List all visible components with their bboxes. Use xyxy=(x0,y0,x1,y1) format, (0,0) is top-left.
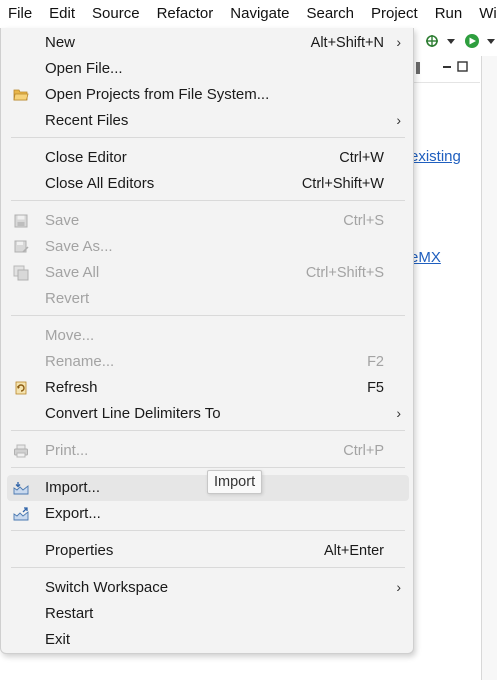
shortcut-label: F5 xyxy=(367,380,384,396)
menu-separator xyxy=(11,567,405,568)
menu-item-export[interactable]: Export... xyxy=(7,501,409,527)
menu-item-label: Convert Line Delimiters To xyxy=(45,405,221,422)
menu-item-label: Open Projects from File System... xyxy=(45,86,270,103)
menu-item-recent-files[interactable]: Recent Files › xyxy=(7,108,409,134)
menu-item-convert-line-delimiters[interactable]: Convert Line Delimiters To › xyxy=(7,401,409,427)
import-tooltip: Import xyxy=(207,470,263,494)
menu-item-refresh[interactable]: Refresh F5 xyxy=(7,375,409,401)
menu-separator xyxy=(11,137,405,138)
shortcut-label: Ctrl+Shift+S xyxy=(305,265,384,281)
menu-separator xyxy=(11,430,405,431)
menu-item-switch-workspace[interactable]: Switch Workspace › xyxy=(7,575,409,601)
shortcut-label: Ctrl+Shift+W xyxy=(301,176,384,192)
menu-item-label: Move... xyxy=(45,327,95,344)
menu-navigate[interactable]: Navigate xyxy=(221,0,297,28)
save-as-icon xyxy=(14,240,29,253)
menu-refactor[interactable]: Refactor xyxy=(148,0,222,28)
menu-item-open-file[interactable]: Open File... xyxy=(7,56,409,82)
welcome-link-existing[interactable]: existing xyxy=(410,148,461,165)
shortcut-label: F2 xyxy=(367,354,384,370)
printer-icon xyxy=(14,444,28,458)
menu-item-revert[interactable]: Revert xyxy=(7,286,409,312)
menu-item-label: Save xyxy=(45,212,80,229)
menu-item-label: Restart xyxy=(45,605,94,622)
menu-item-label: Exit xyxy=(45,631,71,648)
menu-item-move[interactable]: Move... xyxy=(7,323,409,349)
view-header-divider xyxy=(414,82,480,83)
menu-item-label: Save All xyxy=(45,264,100,281)
menu-item-label: Import... xyxy=(45,479,101,496)
menu-item-open-projects[interactable]: Open Projects from File System... xyxy=(7,82,409,108)
menu-item-label: Print... xyxy=(45,442,89,459)
right-panel-edge xyxy=(481,56,497,680)
menu-run[interactable]: Run xyxy=(426,0,471,28)
menu-item-close-all-editors[interactable]: Close All Editors Ctrl+Shift+W xyxy=(7,171,409,197)
view-controls xyxy=(416,61,468,74)
menu-edit[interactable]: Edit xyxy=(40,0,83,28)
menu-window[interactable]: Wi xyxy=(470,0,497,28)
menu-item-label: Recent Files xyxy=(45,112,129,129)
floppy-disk-icon xyxy=(14,214,28,228)
open-folder-icon xyxy=(13,89,29,101)
debug-icon[interactable] xyxy=(426,35,438,47)
chevron-right-icon: › xyxy=(396,579,401,595)
menu-file[interactable]: File xyxy=(0,0,40,28)
menu-item-save-all[interactable]: Save All Ctrl+Shift+S xyxy=(7,260,409,286)
chevron-right-icon: › xyxy=(396,34,401,50)
shortcut-label: Alt+Enter xyxy=(323,543,384,559)
menu-separator xyxy=(11,200,405,201)
shortcut-label: Ctrl+W xyxy=(339,150,384,166)
menu-item-print[interactable]: Print... Ctrl+P xyxy=(7,438,409,464)
chevron-down-icon xyxy=(487,39,495,44)
chevron-right-icon: › xyxy=(396,405,401,421)
shortcut-label: Ctrl+S xyxy=(343,213,384,229)
maximize-icon xyxy=(457,61,468,72)
minimize-icon xyxy=(443,66,451,68)
menu-item-rename[interactable]: Rename... F2 xyxy=(7,349,409,375)
menu-source[interactable]: Source xyxy=(83,0,148,28)
save-all-icon xyxy=(13,265,29,281)
refresh-icon xyxy=(15,381,27,395)
menu-separator xyxy=(11,315,405,316)
shortcut-label: Alt+Shift+N xyxy=(310,35,384,51)
menu-item-label: Save As... xyxy=(45,238,113,255)
menu-item-label: Properties xyxy=(45,542,114,559)
menu-separator xyxy=(11,530,405,531)
menu-search[interactable]: Search xyxy=(297,0,362,28)
menu-item-label: Revert xyxy=(45,290,90,307)
menu-bar: File Edit Source Refactor Navigate Searc… xyxy=(0,0,497,28)
menu-separator xyxy=(11,467,405,468)
menu-item-label: Switch Workspace xyxy=(45,579,169,596)
menu-item-restart[interactable]: Restart xyxy=(7,601,409,627)
chevron-down-icon xyxy=(447,39,455,44)
menu-item-label: Close All Editors xyxy=(45,175,155,192)
menu-item-label: Rename... xyxy=(45,353,115,370)
import-icon xyxy=(13,482,29,495)
export-icon xyxy=(13,507,29,521)
menu-item-label: Close Editor xyxy=(45,149,127,166)
menu-project[interactable]: Project xyxy=(362,0,426,28)
run-icon[interactable] xyxy=(465,34,479,48)
menu-item-label: Open File... xyxy=(45,60,123,77)
shortcut-label: Ctrl+P xyxy=(343,443,384,459)
menu-item-label: Export... xyxy=(45,505,101,522)
menu-item-new[interactable]: New Alt+Shift+N › xyxy=(7,30,409,56)
menu-item-close-editor[interactable]: Close Editor Ctrl+W xyxy=(7,145,409,171)
menu-item-label: Refresh xyxy=(45,379,98,396)
menu-item-exit[interactable]: Exit xyxy=(7,627,409,653)
menu-item-properties[interactable]: Properties Alt+Enter xyxy=(7,538,409,564)
chevron-right-icon: › xyxy=(396,112,401,128)
file-menu: New Alt+Shift+N › Open File... Open Proj… xyxy=(0,28,414,654)
welcome-link-mx[interactable]: eMX xyxy=(410,249,441,266)
menu-item-label: New xyxy=(45,34,76,51)
main-toolbar xyxy=(414,28,497,54)
menu-item-save-as[interactable]: Save As... xyxy=(7,234,409,260)
menu-item-save[interactable]: Save Ctrl+S xyxy=(7,208,409,234)
